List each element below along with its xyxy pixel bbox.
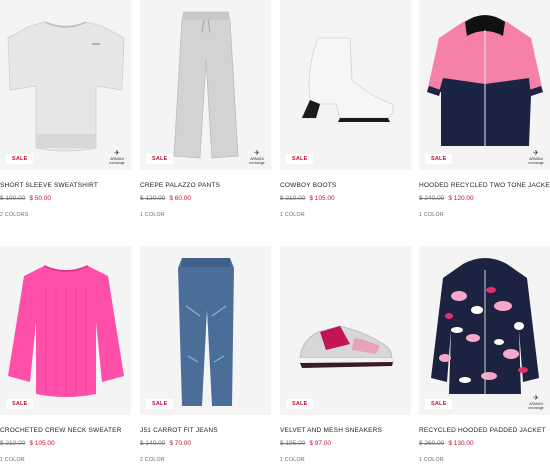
product-image[interactable]: SALE ✈ ARMANI exchange [419,246,550,415]
color-count: 1 COLOR [419,212,444,218]
sale-badge: SALE [286,399,314,409]
product-card[interactable]: SALE J51 CARROT FIT JEANS $ 140.00 $ 70.0… [140,246,271,463]
original-price: $ 100.00 [0,195,26,202]
product-image[interactable]: SALE ✈ ARMANI exchange [140,0,271,170]
sale-badge: SALE [286,154,314,164]
color-count: 2 COLOR [140,457,165,463]
original-price: $ 195.00 [280,440,306,447]
sale-price: $ 120.00 [448,195,474,202]
product-name[interactable]: SHORT SLEEVE SWEATSHIRT [0,182,131,189]
product-image[interactable]: SALE ✈ ARMANI exchange [419,0,550,170]
sale-price: $ 105.00 [29,440,55,447]
original-price: $ 120.00 [140,195,166,202]
sweater-icon [8,265,124,397]
boot-icon [301,37,394,122]
sale-price: $ 50.00 [29,195,51,202]
brand-logo: ✈ ARMANI exchange [249,150,265,165]
padded-jacket-icon [431,258,539,394]
price-row: $ 240.00 $ 120.00 [419,195,550,202]
sale-badge: SALE [146,399,174,409]
product-card[interactable]: SALE ✈ ARMANI exchange CREPE PALAZZO PANT… [140,0,271,218]
product-image[interactable]: SALE ✈ ARMANI exchange [0,0,131,170]
jeans-icon [178,258,234,406]
product-card[interactable]: SALE ✈ ARMANI exchange SHORT SLEEVE SWEAT… [0,0,131,218]
sale-price: $ 60.00 [169,195,191,202]
product-card[interactable]: SALE CROCHETED CREW NECK SWEATER $ 210.0… [0,246,131,463]
product-grid: SALE ✈ ARMANI exchange SHORT SLEEVE SWEAT… [0,0,550,466]
original-price: $ 260.00 [419,440,445,447]
sale-badge: SALE [6,154,34,164]
product-name[interactable]: RECYCLED HOODED PADDED JACKET [419,427,550,434]
original-price: $ 210.00 [0,440,26,447]
sale-price: $ 70.00 [169,440,191,447]
color-count: 2 COLORS [0,212,29,218]
product-card[interactable]: SALE COWBOY BOOTS $ 210.00 $ 105.00 1 COL… [280,0,411,218]
color-count: 1 COLOR [0,457,25,463]
price-row: $ 100.00 $ 50.00 [0,195,131,202]
sale-badge: SALE [146,154,174,164]
product-name[interactable]: VELVET AND MESH SNEAKERS [280,427,411,434]
original-price: $ 240.00 [419,195,445,202]
price-row: $ 140.00 $ 70.00 [140,440,271,447]
sale-badge: SALE [6,399,34,409]
sneaker-icon [298,325,394,368]
price-row: $ 210.00 $ 105.00 [0,440,131,447]
product-name[interactable]: CREPE PALAZZO PANTS [140,182,271,189]
price-row: $ 195.00 $ 97.00 [280,440,411,447]
product-name[interactable]: J51 CARROT FIT JEANS [140,427,271,434]
product-card[interactable]: SALE ✈ ARMANI exchange HOODED RECYCLED TW… [419,0,550,218]
brand-logo: ✈ ARMANI exchange [528,395,544,410]
price-row: $ 210.00 $ 105.00 [280,195,411,202]
sale-price: $ 97.00 [309,440,331,447]
product-name[interactable]: CROCHETED CREW NECK SWEATER [0,427,131,434]
original-price: $ 210.00 [280,195,306,202]
color-count: 1 COLOR [140,212,165,218]
sweatshirt-icon [7,21,125,152]
brand-logo: ✈ ARMANI exchange [109,150,125,165]
original-price: $ 140.00 [140,440,166,447]
product-card[interactable]: SALE ✈ ARMANI exchange RECYCLED HOODED PA… [419,246,550,463]
sale-price: $ 130.00 [448,440,474,447]
pants-icon [173,11,239,159]
product-image[interactable]: SALE [0,246,131,415]
price-row: $ 120.00 $ 60.00 [140,195,271,202]
jacket-icon [427,15,543,146]
product-image[interactable]: SALE [280,0,411,170]
color-count: 1 COLOR [419,457,444,463]
product-name[interactable]: HOODED RECYCLED TWO TONE JACKET [419,182,550,189]
sale-badge: SALE [425,154,453,164]
product-image[interactable]: SALE [280,246,411,415]
product-image[interactable]: SALE [140,246,271,415]
color-count: 1 COLOR [280,212,305,218]
product-card[interactable]: SALE VELVET AND MESH SNEAKERS $ 195.00 $ … [280,246,411,463]
color-count: 1 COLOR [280,457,305,463]
price-row: $ 260.00 $ 130.00 [419,440,550,447]
brand-logo: ✈ ARMANI exchange [528,150,544,165]
sale-price: $ 105.00 [309,195,335,202]
sale-badge: SALE [425,399,453,409]
product-name[interactable]: COWBOY BOOTS [280,182,411,189]
